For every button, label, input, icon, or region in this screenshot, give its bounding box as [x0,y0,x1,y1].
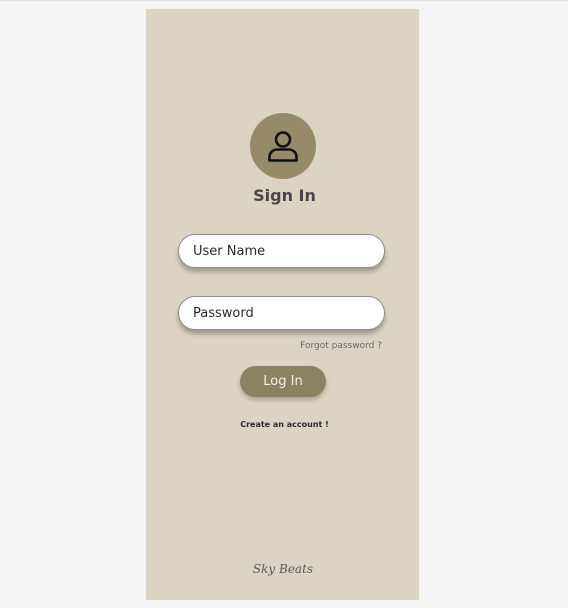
top-divider [0,0,568,1]
create-account-link[interactable]: Create an account ! [146,420,423,429]
password-input[interactable] [178,296,385,330]
username-input[interactable] [178,234,385,268]
page-title: Sign In [253,186,316,205]
user-icon [265,128,301,164]
brand-name: Sky Beats [252,562,314,576]
signin-panel: Sign In Forgot password ? Log In Create … [146,9,419,600]
forgot-password-link[interactable]: Forgot password ? [300,341,382,351]
login-button[interactable]: Log In [240,366,326,397]
avatar [250,113,316,179]
